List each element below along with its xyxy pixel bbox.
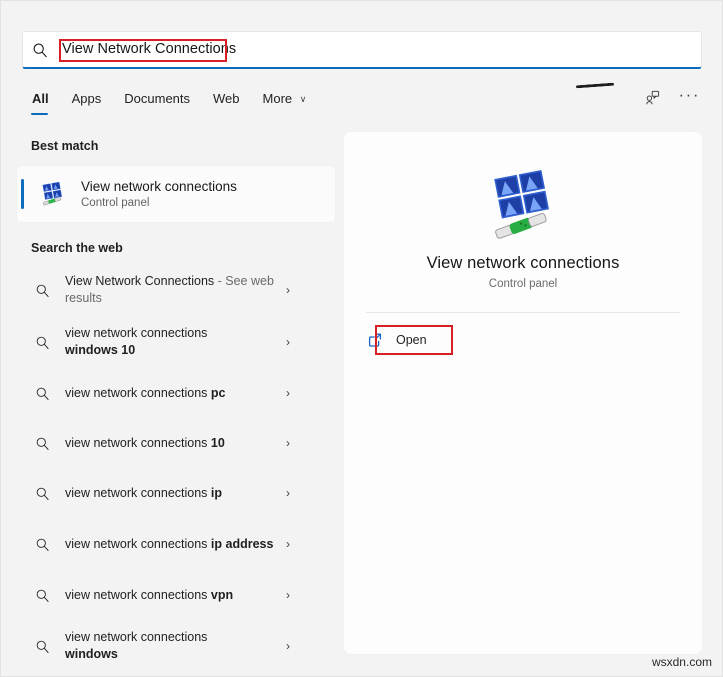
tab-documents[interactable]: Documents bbox=[123, 89, 191, 115]
tab-all[interactable]: All bbox=[31, 89, 50, 115]
list-item[interactable]: view network connections ip address › bbox=[1, 518, 341, 570]
list-item[interactable]: view network connections pc › bbox=[1, 368, 341, 418]
search-icon bbox=[31, 436, 53, 451]
list-item-label: view network connections ip address bbox=[65, 536, 280, 553]
web-results-list: View Network Connections - See web resul… bbox=[1, 264, 341, 672]
search-input[interactable]: View Network Connections bbox=[59, 39, 239, 60]
watermark: wsxdn.com bbox=[651, 655, 712, 669]
list-item[interactable]: view network connections ip › bbox=[1, 468, 341, 518]
filter-tabs: All Apps Documents Web More ∨ bbox=[31, 89, 307, 115]
tab-web[interactable]: Web bbox=[212, 89, 241, 115]
search-box[interactable]: View Network Connections bbox=[22, 31, 702, 69]
network-connections-icon bbox=[38, 182, 70, 206]
preview-panel: View network connections Control panel O… bbox=[344, 132, 702, 654]
search-icon bbox=[31, 335, 53, 350]
list-item[interactable]: view network connections 10 › bbox=[1, 418, 341, 468]
search-icon bbox=[31, 537, 53, 552]
list-item-label: View Network Connections - See web resul… bbox=[65, 273, 280, 307]
tab-web-label: Web bbox=[213, 91, 240, 106]
search-icon bbox=[31, 386, 53, 401]
list-item-query: view network connections bbox=[65, 435, 211, 450]
search-icon bbox=[31, 486, 53, 501]
tab-more-label: More bbox=[262, 91, 293, 106]
list-item[interactable]: View Network Connections - See web resul… bbox=[1, 264, 341, 316]
selection-accent-bar bbox=[21, 179, 24, 209]
list-item-query: view network connections bbox=[65, 385, 211, 400]
list-item-suffix: pc bbox=[210, 385, 226, 400]
tab-apps-label: Apps bbox=[71, 91, 102, 106]
list-item-query: view network connections bbox=[65, 536, 211, 551]
list-item-label: view network connections pc bbox=[65, 385, 280, 402]
open-external-icon bbox=[364, 329, 386, 351]
list-item-suffix: 10 bbox=[210, 435, 225, 450]
chevron-right-icon: › bbox=[286, 386, 290, 400]
list-item-query: view network connections bbox=[65, 587, 211, 602]
window-toolbar: ··· bbox=[575, 81, 700, 115]
results-list: Best match View network connections Cont… bbox=[1, 131, 341, 676]
chevron-right-icon: › bbox=[286, 283, 290, 297]
preview-divider bbox=[366, 312, 680, 313]
chevron-right-icon: › bbox=[286, 537, 290, 551]
network-connections-icon bbox=[494, 170, 550, 239]
list-item-label: view network connections 10 bbox=[65, 435, 280, 452]
chevron-down-icon: ∨ bbox=[299, 94, 307, 104]
list-item-label: view network connections windows bbox=[65, 629, 280, 663]
tab-apps[interactable]: Apps bbox=[71, 89, 103, 115]
list-item-suffix: vpn bbox=[210, 587, 234, 602]
best-match-title: View network connections bbox=[81, 178, 237, 194]
feedback-person-icon[interactable] bbox=[641, 87, 663, 109]
list-item[interactable]: view network connections vpn › bbox=[1, 570, 341, 620]
list-item-suffix: ip bbox=[210, 485, 223, 500]
open-button[interactable]: Open bbox=[360, 326, 437, 354]
list-item-suffix: windows bbox=[65, 647, 118, 661]
list-item-query: view network connections bbox=[65, 630, 208, 644]
list-item-query: view network connections bbox=[65, 326, 208, 340]
list-item[interactable]: view network connections windows › bbox=[1, 620, 341, 672]
best-match-result[interactable]: View network connections Control panel bbox=[17, 166, 335, 222]
chevron-right-icon: › bbox=[286, 639, 290, 653]
chevron-right-icon: › bbox=[286, 335, 290, 349]
windows-search-window: View Network Connections All Apps Docume… bbox=[0, 0, 723, 677]
chevron-right-icon: › bbox=[286, 436, 290, 450]
list-item-suffix: windows 10 bbox=[65, 343, 136, 357]
preview-title: View network connections bbox=[426, 254, 620, 272]
tab-all-label: All bbox=[32, 91, 49, 106]
list-item-suffix: ip address bbox=[210, 536, 274, 551]
more-options-ellipsis-icon[interactable]: ··· bbox=[679, 86, 700, 106]
chevron-right-icon: › bbox=[286, 588, 290, 602]
chevron-right-icon: › bbox=[286, 486, 290, 500]
search-icon bbox=[31, 639, 53, 654]
list-item-label: view network connections ip bbox=[65, 485, 280, 502]
list-item-query: view network connections bbox=[65, 485, 211, 500]
list-item-label: view network connections windows 10 bbox=[65, 325, 280, 359]
best-match-heading: Best match bbox=[31, 139, 99, 153]
list-item-label: view network connections vpn bbox=[65, 587, 280, 604]
tab-documents-label: Documents bbox=[124, 91, 191, 106]
search-web-heading: Search the web bbox=[31, 241, 123, 255]
preview-actions: Open bbox=[360, 325, 702, 355]
list-item[interactable]: view network connections windows 10 › bbox=[1, 316, 341, 368]
tab-more[interactable]: More ∨ bbox=[262, 89, 308, 115]
best-match-text: View network connections Control panel bbox=[81, 178, 237, 211]
open-button-label: Open bbox=[396, 333, 427, 347]
search-icon bbox=[31, 283, 53, 298]
search-icon bbox=[23, 33, 57, 67]
list-item-query: View Network Connections bbox=[65, 274, 215, 288]
cursor-stroke-mark bbox=[575, 82, 615, 89]
search-icon bbox=[31, 588, 53, 603]
preview-subtitle: Control panel bbox=[488, 278, 558, 290]
best-match-subtitle: Control panel bbox=[81, 196, 150, 209]
